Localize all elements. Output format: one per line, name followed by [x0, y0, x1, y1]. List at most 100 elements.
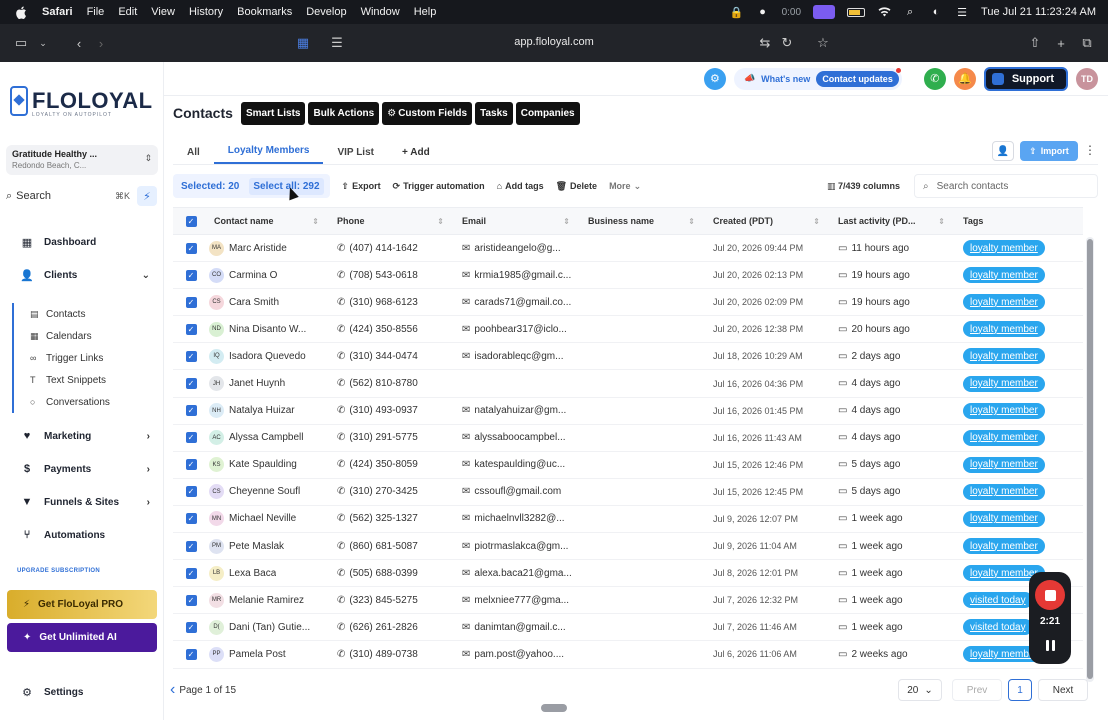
share-icon[interactable]: ⇧	[1024, 32, 1046, 54]
wifi-icon[interactable]	[877, 6, 891, 18]
tag-badge[interactable]: loyalty member	[963, 294, 1045, 311]
record-dot-icon[interactable]: ●	[756, 6, 770, 18]
menu-datetime[interactable]: Tue Jul 21 11:23:24 AM	[981, 6, 1096, 18]
row-checkbox[interactable]: ✓	[185, 540, 197, 552]
contact-email[interactable]: cssoufl@gmail.com	[474, 486, 561, 497]
sidebar-item-dashboard[interactable]: ▦ Dashboard	[0, 236, 164, 249]
sidebar-item-payments[interactable]: $ Payments ›	[0, 463, 164, 475]
contact-phone[interactable]: (505) 688-0399	[349, 568, 417, 579]
sort-icon[interactable]: ⇕	[688, 217, 695, 226]
sort-icon[interactable]: ⇕	[563, 217, 570, 226]
tab-overview-icon[interactable]: ⧉	[1076, 32, 1098, 54]
sort-icon[interactable]: ⇕	[938, 217, 945, 226]
sidebar-item-calendars[interactable]: ▦ Calendars	[14, 325, 162, 347]
row-checkbox[interactable]: ✓	[185, 621, 197, 633]
sort-icon[interactable]: ⇕	[437, 217, 444, 226]
translate-icon[interactable]: ⇆	[754, 32, 776, 54]
table-row[interactable]: ✓ KS Kate Spaulding ✆ (424) 350-8059 ✉ katespa…	[173, 452, 1083, 479]
menu-app-name[interactable]: Safari	[42, 6, 73, 18]
selected-count[interactable]: Selected: 20	[181, 181, 239, 192]
quick-action-bolt-icon[interactable]: ⚡	[137, 186, 157, 206]
tasks-button[interactable]: Tasks	[475, 102, 513, 125]
col-email[interactable]: Email ⇕	[454, 216, 580, 226]
col-last-activity[interactable]: Last activity (PD... ⇕	[830, 216, 955, 226]
row-checkbox[interactable]: ✓	[185, 648, 197, 660]
col-phone[interactable]: Phone ⇕	[329, 216, 454, 226]
contact-name[interactable]: Natalya Huizar	[229, 405, 295, 416]
bell-icon[interactable]: 🔔	[953, 67, 976, 90]
account-switcher[interactable]: Gratitude Healthy ... Redondo Beach, C..…	[6, 145, 158, 175]
row-checkbox[interactable]: ✓	[185, 567, 197, 579]
contact-phone[interactable]: (626) 261-2826	[349, 622, 417, 633]
trigger-automation-button[interactable]: ⟳ Trigger automation	[393, 181, 485, 192]
contact-name[interactable]: Isadora Quevedo	[229, 351, 306, 362]
tag-badge[interactable]: loyalty member	[963, 267, 1045, 284]
contact-name[interactable]: Dani (Tan) Gutie...	[229, 622, 310, 633]
table-row[interactable]: ✓ ND Nina Disanto W... ✆ (424) 350-8556 ✉ pooh…	[173, 316, 1083, 344]
avatar[interactable]: TD	[1076, 67, 1098, 90]
get-unlimited-ai-button[interactable]: ✦ Get Unlimited AI	[7, 623, 157, 652]
horizontal-scroll-indicator[interactable]	[541, 704, 567, 712]
reload-icon[interactable]: ↻	[776, 32, 798, 54]
smart-lists-button[interactable]: Smart Lists	[241, 102, 306, 125]
contact-email[interactable]: pam.post@yahoo....	[474, 649, 564, 660]
sidebar-item-funnels[interactable]: ▼ Funnels & Sites ›	[0, 496, 164, 508]
menu-bookmarks[interactable]: Bookmarks	[237, 6, 292, 18]
table-row[interactable]: ✓ PM Pete Maslak ✆ (860) 681-5087 ✉ piotrmasla…	[173, 533, 1083, 561]
url-bar[interactable]: app.floloyal.com	[454, 36, 654, 48]
favorite-star-icon[interactable]: ☆	[812, 32, 834, 54]
tag-badge[interactable]: loyalty member	[963, 321, 1045, 338]
table-row[interactable]: ✓ AC Alyssa Campbell ✆ (310) 291-5775 ✉ alyssa…	[173, 425, 1083, 452]
tag-badge[interactable]: loyalty member	[963, 375, 1045, 392]
contact-email[interactable]: isadorableqc@gm...	[474, 351, 563, 362]
menu-develop[interactable]: Develop	[306, 6, 346, 18]
stop-recording-button[interactable]	[1035, 580, 1065, 610]
sidebar-item-text-snippets[interactable]: T Text Snippets	[14, 369, 162, 391]
contact-name[interactable]: Michael Neville	[229, 513, 296, 524]
contact-phone[interactable]: (562) 810-8780	[349, 378, 417, 389]
page-number-button[interactable]: 1	[1008, 679, 1032, 701]
tag-badge[interactable]: visited today	[963, 592, 1033, 609]
contact-phone[interactable]: (424) 350-8556	[349, 324, 417, 335]
row-checkbox[interactable]: ✓	[185, 378, 197, 390]
apple-icon[interactable]	[14, 5, 28, 19]
contact-name[interactable]: Cara Smith	[229, 297, 279, 308]
menu-help[interactable]: Help	[414, 6, 437, 18]
delete-button[interactable]: 🗑 Delete	[556, 181, 597, 192]
contact-phone[interactable]: (310) 489-0738	[349, 649, 417, 660]
contact-email[interactable]: alyssaboocampbel...	[474, 432, 565, 443]
table-row[interactable]: ✓ IQ Isadora Quevedo ✆ (310) 344-0474 ✉ isador…	[173, 343, 1083, 371]
contact-updates-badge[interactable]: Contact updates	[816, 67, 901, 87]
reader-icon[interactable]: ☰	[326, 32, 348, 54]
companies-button[interactable]: Companies	[515, 102, 580, 125]
floloyal-logo[interactable]: FLOLOYAL LOYALTY ON AUTOPILOT	[10, 86, 153, 118]
table-row[interactable]: ✓ JH Janet Huynh ✆ (562) 810-8780 Jul 16, 202…	[173, 370, 1083, 398]
menu-window[interactable]: Window	[361, 6, 400, 18]
battery-icon[interactable]	[847, 7, 866, 17]
table-row[interactable]: ✓ NH Natalya Huizar ✆ (310) 493-0937 ✉ natalya…	[173, 398, 1083, 425]
control-center-icon[interactable]: ☰	[955, 6, 969, 19]
contact-email[interactable]: piotrmaslakca@gm...	[474, 541, 568, 552]
menu-file[interactable]: File	[87, 6, 105, 18]
more-options-icon[interactable]: ⋮	[1084, 143, 1096, 157]
more-dropdown[interactable]: More ⌄	[609, 181, 641, 192]
contact-name[interactable]: Marc Aristide	[229, 243, 287, 254]
table-row[interactable]: ✓ CS Cheyenne Soufl ✆ (310) 270-3425 ✉ cssoufl…	[173, 479, 1083, 506]
settings-gear-icon[interactable]: ⚙	[703, 67, 726, 90]
contact-phone[interactable]: (407) 414-1642	[349, 243, 417, 254]
phone-icon[interactable]: ✆	[923, 67, 946, 90]
row-checkbox[interactable]: ✓	[185, 459, 197, 471]
contact-name[interactable]: Carmina O	[229, 270, 277, 281]
contact-email[interactable]: melxniee777@gma...	[474, 595, 569, 606]
sort-icon[interactable]: ⇕	[813, 217, 820, 226]
menu-edit[interactable]: Edit	[118, 6, 137, 18]
back-arrow-icon[interactable]: ‹	[68, 32, 90, 54]
next-page-button[interactable]: Next	[1038, 679, 1088, 701]
row-checkbox[interactable]: ✓	[185, 594, 197, 606]
tag-badge[interactable]: loyalty member	[963, 456, 1045, 473]
col-created[interactable]: Created (PDT) ⇕	[705, 216, 830, 226]
contact-email[interactable]: aristideangelo@g...	[474, 243, 560, 254]
contact-phone[interactable]: (424) 350-8059	[349, 459, 417, 470]
sidebar-item-clients[interactable]: 👤 Clients ⌄	[0, 269, 164, 282]
contact-phone[interactable]: (310) 270-3425	[349, 486, 417, 497]
